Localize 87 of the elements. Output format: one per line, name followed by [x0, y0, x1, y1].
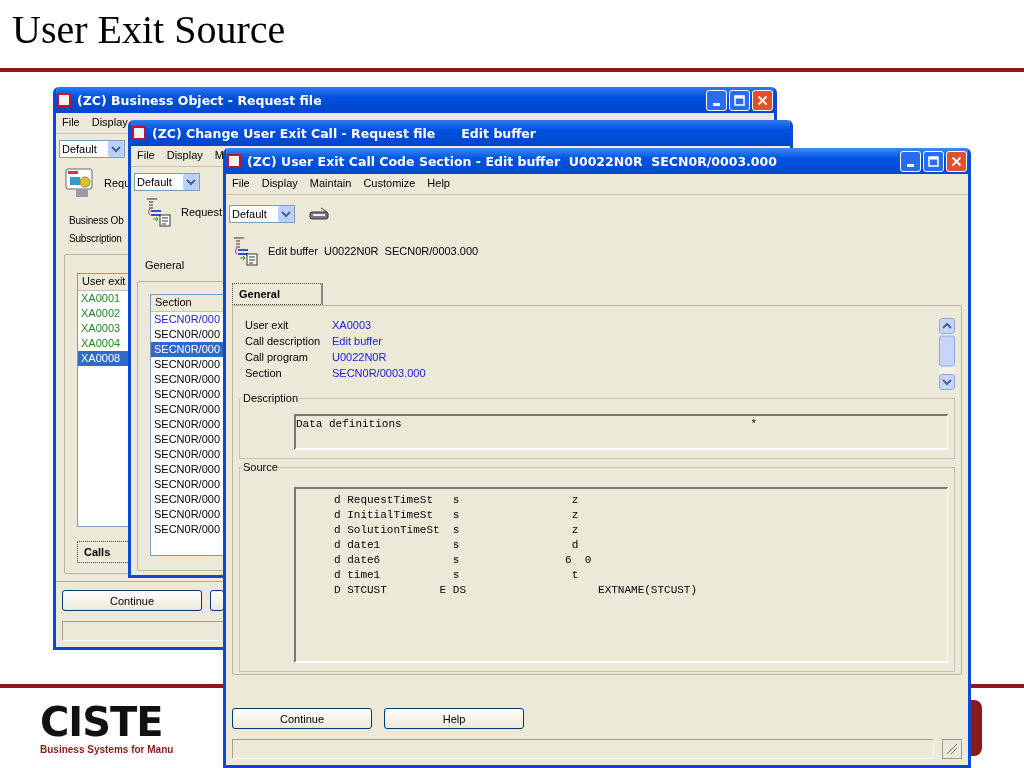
- source-field[interactable]: d RequestTimeSt s z d InitialTimeSt s z d SolutionTimeSt s z d date1 s d d date6 s 6 0 d time1 s t D STCUST E DS EXTNAME(STCUST): [294, 487, 948, 663]
- menu-item[interactable]: Customize: [363, 177, 416, 191]
- maximize-icon: [928, 155, 939, 167]
- window-subtitle: Edit buffer: [461, 125, 536, 141]
- printer-icon[interactable]: [309, 207, 329, 221]
- description-field[interactable]: Data definitions *: [294, 414, 948, 450]
- general-tab[interactable]: General: [232, 283, 323, 305]
- object-gear-icon: [64, 167, 96, 199]
- app-icon: [132, 126, 146, 140]
- app-icon: [227, 154, 241, 168]
- field-label: Call description: [245, 334, 322, 349]
- close-button[interactable]: [946, 150, 967, 172]
- menu-item[interactable]: File: [232, 177, 250, 191]
- maximize-button[interactable]: [923, 150, 944, 172]
- list-item[interactable]: SECN0R/000: [151, 402, 223, 417]
- field-value: XA0003: [332, 318, 373, 333]
- list-item[interactable]: XA0001: [78, 291, 132, 306]
- menu-item[interactable]: Display: [166, 149, 203, 163]
- header-text: Request: [181, 206, 222, 218]
- close-icon: [951, 155, 962, 167]
- side-tab[interactable]: Business Ob: [69, 212, 124, 230]
- calls-tab[interactable]: Calls: [77, 541, 130, 563]
- field-label: Call program: [245, 350, 309, 365]
- app-icon: [57, 93, 71, 107]
- help-button[interactable]: Help: [384, 708, 524, 729]
- list-item[interactable]: SECN0R/000: [151, 312, 223, 327]
- field-label: Section: [245, 366, 283, 381]
- list-item[interactable]: SECN0R/000: [151, 522, 223, 537]
- minimize-icon: [907, 163, 914, 167]
- maximize-button[interactable]: [729, 89, 750, 111]
- general-tab[interactable]: General: [139, 255, 191, 275]
- group-label: Description: [242, 392, 300, 404]
- field-value: U0022N0R: [332, 350, 388, 365]
- maximize-icon: [734, 94, 745, 106]
- list-item[interactable]: XA0004: [78, 336, 132, 351]
- continue-button[interactable]: Continue: [62, 590, 202, 611]
- caret-icon: [278, 206, 294, 222]
- continue-button[interactable]: Continue: [232, 708, 372, 729]
- slide-title: User Exit Source: [11, 6, 287, 54]
- document-tree-icon: [232, 236, 260, 266]
- list-item[interactable]: SECN0R/000: [151, 477, 223, 492]
- view-select[interactable]: Default: [229, 205, 295, 223]
- button[interactable]: [210, 590, 224, 611]
- minimize-button[interactable]: [900, 150, 921, 172]
- list-item[interactable]: SECN0R/000: [151, 372, 223, 387]
- list-item[interactable]: SECN0R/000: [151, 447, 223, 462]
- menu-item[interactable]: M: [214, 149, 224, 163]
- window-title: (ZC) User Exit Call Code Section - Edit buffer U0022N0R SECN0R/0003.000: [247, 153, 777, 169]
- logo-tagline: Business Systems for Manu: [40, 744, 174, 755]
- list-item[interactable]: SECN0R/000: [151, 387, 223, 402]
- list-item[interactable]: SECN0R/000: [151, 462, 223, 477]
- list-item[interactable]: SECN0R/000: [151, 342, 223, 357]
- header-text: Edit buffer U0022N0R SECN0R/0003.000: [268, 245, 479, 257]
- menu-item[interactable]: File: [137, 149, 155, 163]
- menu-item[interactable]: File: [62, 116, 80, 130]
- menu-item[interactable]: Help: [427, 177, 450, 191]
- field-value: SECN0R/0003.000: [332, 366, 426, 381]
- caret-icon: [183, 174, 199, 190]
- list-item[interactable]: SECN0R/000: [151, 357, 223, 372]
- list-item[interactable]: XA0003: [78, 321, 132, 336]
- logo-name: CISTE: [40, 700, 164, 744]
- menu-item[interactable]: Maintain: [309, 177, 352, 191]
- group-label: Source: [242, 461, 279, 473]
- minimize-button[interactable]: [706, 89, 727, 111]
- list-item[interactable]: XA0002: [78, 306, 132, 321]
- menu-item[interactable]: Display: [261, 177, 298, 191]
- side-tab[interactable]: Subscription: [69, 230, 122, 248]
- menu-item[interactable]: Display: [91, 116, 128, 130]
- field-label: User exit: [245, 318, 290, 333]
- list-item[interactable]: SECN0R/000: [151, 492, 223, 507]
- document-tree-icon: [145, 197, 173, 227]
- window-title: (ZC) Business Object - Request file: [77, 92, 322, 108]
- field-value: Edit buffer: [332, 334, 383, 349]
- close-button[interactable]: [752, 89, 773, 111]
- view-select[interactable]: Default: [134, 173, 200, 191]
- window-title: (ZC) Change User Exit Call - Request file: [152, 125, 436, 141]
- scrollbar-drawing[interactable]: [939, 318, 955, 390]
- list-item[interactable]: SECN0R/000: [151, 327, 223, 342]
- list-item[interactable]: SECN0R/000: [151, 417, 223, 432]
- list-item[interactable]: SECN0R/000: [151, 432, 223, 447]
- minimize-icon: [713, 102, 720, 106]
- resize-grip-icon[interactable]: [942, 739, 962, 759]
- close-icon: [757, 94, 768, 106]
- view-select[interactable]: Default: [59, 140, 125, 158]
- caret-icon: [108, 141, 124, 157]
- list-item[interactable]: SECN0R/000: [151, 507, 223, 522]
- column-header: Section: [151, 295, 223, 312]
